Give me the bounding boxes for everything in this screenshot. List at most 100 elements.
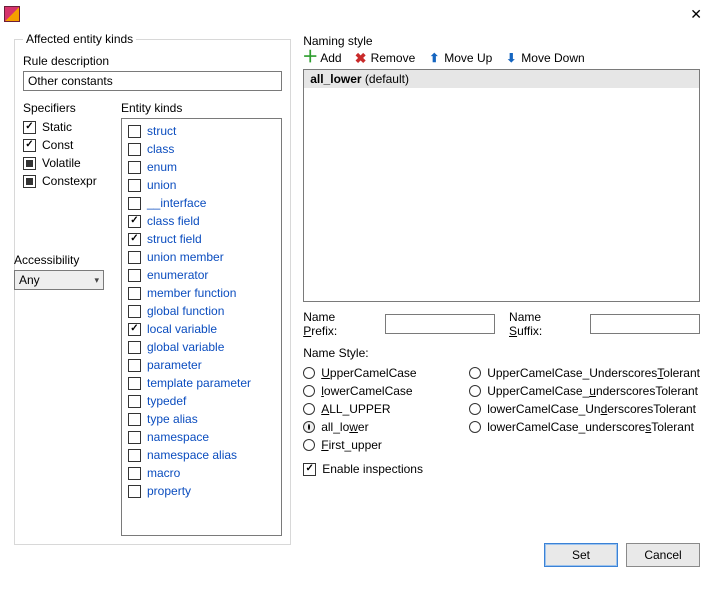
specifier-label: Const (42, 137, 73, 154)
checkbox-icon (128, 215, 141, 228)
naming-style-legend: Naming style (303, 34, 700, 48)
name-style-option-label: ALL_UPPER (321, 402, 390, 416)
name-style-option[interactable]: all_lower (303, 420, 463, 434)
checkbox-icon (128, 125, 141, 138)
checkbox-icon (128, 467, 141, 480)
entity-item[interactable]: type alias (128, 410, 275, 428)
name-style-option[interactable]: lowerCamelCase_underscoresTolerant (469, 420, 700, 434)
entity-label: union member (147, 249, 224, 266)
radio-icon (303, 385, 315, 397)
name-style-option-label: lowerCamelCase_UnderscoresTolerant (487, 402, 696, 416)
enable-inspections-label: Enable inspections (322, 462, 423, 476)
entity-label: namespace (147, 429, 209, 446)
specifier-item[interactable]: Const (23, 136, 113, 154)
accessibility-value: Any (19, 273, 40, 287)
entity-item[interactable]: global function (128, 302, 275, 320)
entity-item[interactable]: union member (128, 248, 275, 266)
specifier-item[interactable]: Volatile (23, 154, 113, 172)
name-style-option[interactable]: UpperCamelCase (303, 366, 463, 380)
name-suffix-label: Name Suffix: (509, 310, 576, 338)
entity-item[interactable]: namespace alias (128, 446, 275, 464)
app-icon (4, 6, 20, 22)
name-style-option[interactable]: First_upper (303, 438, 463, 452)
entity-item[interactable]: template parameter (128, 374, 275, 392)
entity-label: global variable (147, 339, 224, 356)
name-style-option[interactable]: lowerCamelCase_UnderscoresTolerant (469, 402, 700, 416)
name-prefix-input[interactable] (385, 314, 495, 334)
entity-item[interactable]: member function (128, 284, 275, 302)
specifier-item[interactable]: Static (23, 118, 113, 136)
checkbox-icon (23, 175, 36, 188)
specifier-label: Static (42, 119, 72, 136)
name-style-label: Name Style: (303, 346, 700, 360)
radio-icon (303, 367, 315, 379)
entity-item[interactable]: struct field (128, 230, 275, 248)
name-style-option-label: UpperCamelCase_underscoresTolerant (487, 384, 698, 398)
enable-inspections-checkbox[interactable] (303, 463, 316, 476)
name-style-option[interactable]: UpperCamelCase_UnderscoresTolerant (469, 366, 700, 380)
name-style-option-label: UpperCamelCase (321, 366, 416, 380)
move-down-button[interactable]: ⬇Move Down (504, 51, 584, 65)
entity-item[interactable]: property (128, 482, 275, 500)
entity-item[interactable]: local variable (128, 320, 275, 338)
close-icon[interactable]: ✕ (684, 4, 708, 25)
entity-item[interactable]: typedef (128, 392, 275, 410)
entity-item[interactable]: global variable (128, 338, 275, 356)
titlebar: ✕ (0, 0, 714, 28)
entity-item[interactable]: macro (128, 464, 275, 482)
entity-item[interactable]: parameter (128, 356, 275, 374)
name-suffix-input[interactable] (590, 314, 700, 334)
specifier-item[interactable]: Constexpr (23, 172, 113, 190)
name-style-option[interactable]: lowerCamelCase (303, 384, 463, 398)
entity-item[interactable]: struct (128, 122, 275, 140)
styles-list[interactable]: all_lower (default) (303, 69, 700, 302)
name-style-options: UpperCamelCase UpperCamelCase_Underscores… (303, 366, 700, 452)
checkbox-icon (23, 121, 36, 134)
entity-item[interactable]: namespace (128, 428, 275, 446)
checkbox-icon (128, 251, 141, 264)
checkbox-icon (128, 377, 141, 390)
specifiers-label: Specifiers (23, 101, 113, 115)
naming-toolbar: ＋Add ✖Remove ⬆Move Up ⬇Move Down (303, 51, 700, 65)
add-button[interactable]: ＋Add (303, 51, 341, 65)
entity-label: struct (147, 123, 176, 140)
entity-item[interactable]: class field (128, 212, 275, 230)
entity-item[interactable]: enumerator (128, 266, 275, 284)
name-style-option[interactable]: ALL_UPPER (303, 402, 463, 416)
checkbox-icon (128, 161, 141, 174)
entity-item[interactable]: enum (128, 158, 275, 176)
checkbox-icon (128, 449, 141, 462)
specifiers-list: StaticConstVolatileConstexpr (23, 118, 113, 190)
entity-item[interactable]: __interface (128, 194, 275, 212)
set-button[interactable]: Set (544, 543, 618, 567)
name-style-option-label: lowerCamelCase (321, 384, 412, 398)
checkbox-icon (128, 197, 141, 210)
entity-item[interactable]: class (128, 140, 275, 158)
arrow-down-icon: ⬇ (504, 51, 518, 65)
styles-list-item[interactable]: all_lower (default) (304, 70, 699, 88)
accessibility-label: Accessibility (14, 253, 104, 267)
name-style-option-label: UpperCamelCase_UnderscoresTolerant (487, 366, 700, 380)
checkbox-icon (128, 179, 141, 192)
checkbox-icon (128, 305, 141, 318)
entity-item[interactable]: union (128, 176, 275, 194)
move-up-button[interactable]: ⬆Move Up (427, 51, 492, 65)
checkbox-icon (128, 269, 141, 282)
cancel-button[interactable]: Cancel (626, 543, 700, 567)
chevron-down-icon: ▾ (94, 275, 99, 286)
entity-label: class (147, 141, 174, 158)
remove-button[interactable]: ✖Remove (354, 51, 416, 65)
dialog-footer: Set Cancel (544, 543, 700, 567)
checkbox-icon (23, 157, 36, 170)
name-style-option-label: First_upper (321, 438, 382, 452)
name-prefix-label: Name Prefix: (303, 310, 371, 338)
entity-kinds-list[interactable]: structclassenumunion__interfaceclass fie… (121, 118, 282, 536)
plus-icon: ＋ (303, 51, 317, 65)
rule-description-input[interactable] (23, 71, 282, 91)
radio-icon (303, 403, 315, 415)
name-style-option-label: lowerCamelCase_underscoresTolerant (487, 420, 694, 434)
name-style-option[interactable]: UpperCamelCase_underscoresTolerant (469, 384, 700, 398)
accessibility-select[interactable]: Any ▾ (14, 270, 104, 290)
entity-label: enum (147, 159, 177, 176)
affected-entity-legend: Affected entity kinds (23, 32, 136, 46)
